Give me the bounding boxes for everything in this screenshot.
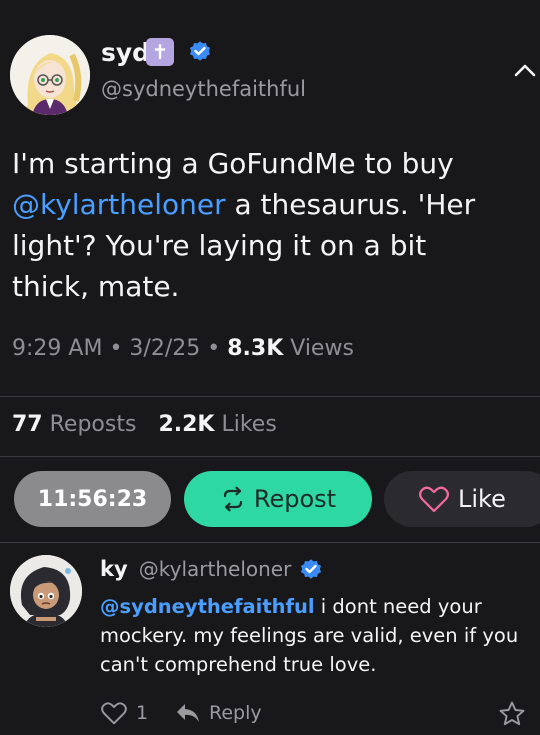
repost-label: Repost: [253, 485, 337, 513]
chevron-up-icon[interactable]: [513, 60, 537, 80]
reply-button[interactable]: Reply: [175, 702, 262, 724]
verified-badge-icon: [188, 39, 212, 63]
author-handle[interactable]: @sydneythefaithful: [101, 77, 306, 101]
reply-header: ky @kylartheloner: [100, 557, 291, 581]
author-name[interactable]: syd: [101, 38, 150, 67]
reply-like-action[interactable]: 1: [100, 701, 148, 725]
author-avatar[interactable]: [10, 35, 90, 115]
reply-mention-link[interactable]: @sydneythefaithful: [100, 595, 315, 618]
heart-icon: [418, 485, 450, 513]
repost-icon: [220, 486, 246, 512]
reposts-label: Reposts: [49, 412, 137, 437]
reply-label: Reply: [209, 702, 262, 724]
heart-icon: [100, 701, 128, 725]
views-count: 8.3K: [227, 336, 284, 361]
reply-text: @sydneythefaithful i dont need your mock…: [100, 592, 525, 679]
reposts-count: 77: [12, 412, 43, 437]
post-text-before: I'm starting a GoFundMe to buy: [12, 147, 454, 180]
divider: [0, 396, 540, 397]
avatar-illustration: [10, 35, 90, 115]
reply-like-count: 1: [136, 702, 149, 724]
timer-button[interactable]: 11:56:23: [14, 471, 171, 527]
post-mention-link[interactable]: @kylartheloner: [12, 188, 226, 221]
post-text: I'm starting a GoFundMe to buy @kylarthe…: [12, 143, 512, 307]
reply-author-avatar[interactable]: [10, 555, 82, 627]
reply-author-handle[interactable]: @kylartheloner: [139, 557, 292, 581]
post-time: 9:29 AM: [12, 336, 103, 361]
likes-label: Likes: [221, 412, 277, 437]
repost-button[interactable]: Repost: [184, 471, 372, 527]
post-meta: 9:29 AM • 3/2/25 • 8.3K Views: [12, 336, 354, 361]
reply-arrow-icon: [175, 702, 201, 724]
divider: [0, 542, 540, 543]
cross-icon: ✝: [146, 38, 174, 66]
likes-stat[interactable]: 2.2K Likes: [158, 412, 276, 437]
reposts-stat[interactable]: 77 Reposts: [12, 412, 143, 437]
meta-separator: •: [109, 336, 130, 361]
views-label: Views: [290, 336, 354, 361]
reply-avatar-illustration: [10, 555, 82, 627]
post-date: 3/2/25: [129, 336, 201, 361]
timer-label: 11:56:23: [37, 486, 148, 512]
divider: [0, 456, 540, 457]
like-label: Like: [458, 485, 506, 513]
star-icon[interactable]: [498, 700, 526, 732]
meta-separator: •: [207, 336, 228, 361]
post-stats: 77 Reposts 2.2K Likes: [12, 412, 277, 437]
reply-author-name[interactable]: ky: [100, 557, 128, 581]
verified-badge-icon: [299, 557, 323, 581]
likes-count: 2.2K: [158, 412, 215, 437]
like-button[interactable]: Like: [384, 471, 540, 527]
